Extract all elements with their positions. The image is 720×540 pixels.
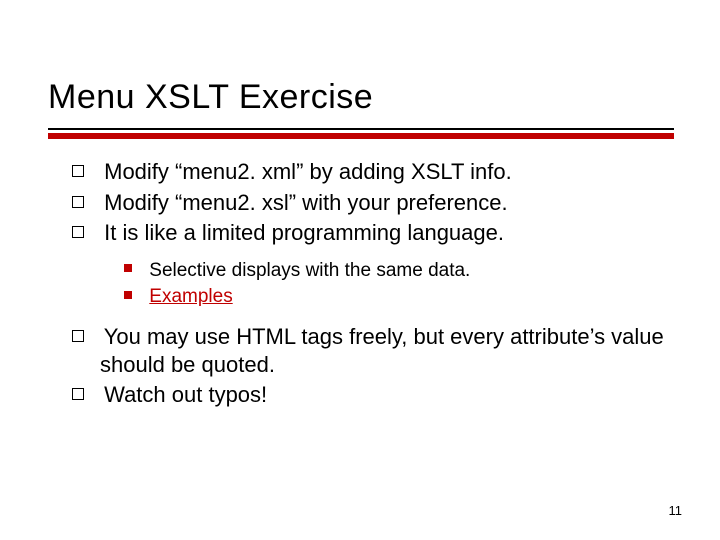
list-item-text: Modify “menu2. xsl” with your preference… <box>104 190 508 215</box>
square-bullet-icon <box>124 264 132 272</box>
square-bullet-icon <box>72 196 84 208</box>
square-bullet-icon <box>72 388 84 400</box>
page-number: 11 <box>669 503 683 518</box>
list-item-text: It is like a limited programming languag… <box>104 220 504 245</box>
list-item-text: Watch out typos! <box>104 382 267 407</box>
title-underline-accent <box>48 133 674 139</box>
nested-list: Selective displays with the same data. E… <box>124 259 672 310</box>
examples-link[interactable]: Examples <box>149 286 232 307</box>
slide-body: Modify “menu2. xml” by adding XSLT info.… <box>72 158 672 412</box>
title-underline <box>48 128 674 130</box>
square-bullet-icon <box>72 330 84 342</box>
list-item: It is like a limited programming languag… <box>72 219 672 247</box>
square-bullet-icon <box>72 226 84 238</box>
list-item: Selective displays with the same data. <box>124 259 672 283</box>
list-item: Examples <box>124 285 672 309</box>
square-bullet-icon <box>124 291 132 299</box>
list-item: Watch out typos! <box>72 381 672 409</box>
square-bullet-icon <box>72 165 84 177</box>
list-item-text: You may use HTML tags freely, but every … <box>100 324 664 377</box>
slide: Menu XSLT Exercise Modify “menu2. xml” b… <box>0 0 720 540</box>
list-item-text: Selective displays with the same data. <box>149 260 470 281</box>
slide-title: Menu XSLT Exercise <box>48 78 373 117</box>
list-item: Modify “menu2. xsl” with your preference… <box>72 189 672 217</box>
list-item-text: Modify “menu2. xml” by adding XSLT info. <box>104 159 512 184</box>
list-item: You may use HTML tags freely, but every … <box>72 323 672 378</box>
list-item: Modify “menu2. xml” by adding XSLT info. <box>72 158 672 186</box>
